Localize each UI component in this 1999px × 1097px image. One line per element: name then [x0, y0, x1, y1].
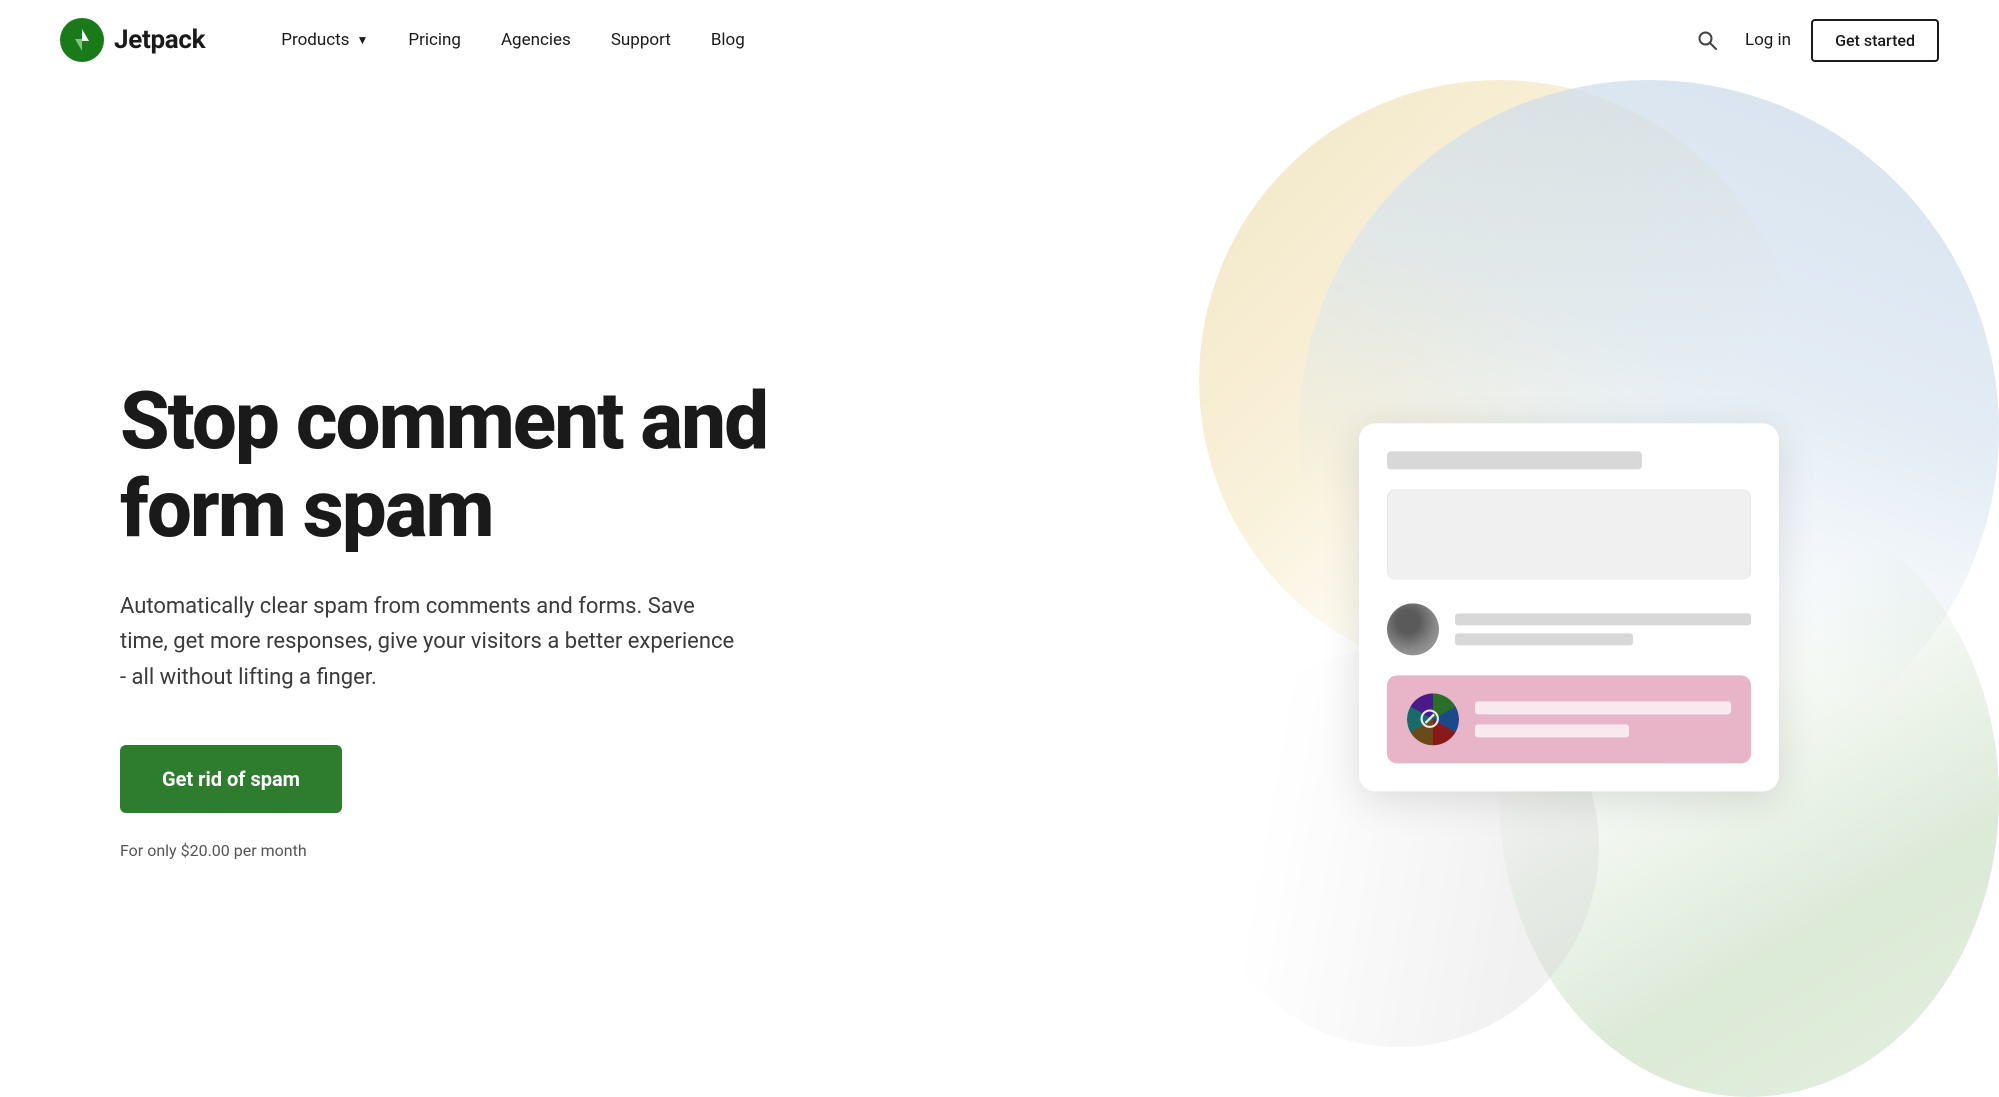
- mock-comment-row: [1387, 603, 1751, 655]
- mock-spam-row: ⊘: [1387, 675, 1751, 763]
- navigation: Jetpack Products ▼ Pricing Agencies Supp…: [0, 0, 1999, 80]
- mock-header-bar: [1387, 451, 1642, 469]
- mock-spam-lines: [1475, 701, 1731, 737]
- mock-avatar: [1387, 603, 1439, 655]
- mock-card: ⊘: [1359, 423, 1779, 791]
- mock-spam-line-2: [1475, 724, 1629, 737]
- nav-blog[interactable]: Blog: [695, 22, 761, 58]
- nav-actions: Log in Get started: [1689, 19, 1939, 62]
- hero-description: Automatically clear spam from comments a…: [120, 589, 740, 695]
- mock-spam-line-1: [1475, 701, 1731, 714]
- nav-products[interactable]: Products ▼: [265, 22, 384, 58]
- logo-link[interactable]: Jetpack: [60, 18, 205, 62]
- nav-agencies[interactable]: Agencies: [485, 22, 587, 58]
- mock-image-placeholder: [1387, 489, 1751, 579]
- search-icon[interactable]: [1689, 22, 1725, 58]
- mock-comment-line-2: [1455, 633, 1633, 645]
- mock-avatar-image: [1387, 603, 1439, 655]
- nav-links: Products ▼ Pricing Agencies Support Blog: [265, 22, 1689, 58]
- logo-text: Jetpack: [114, 25, 205, 55]
- nav-support[interactable]: Support: [595, 22, 687, 58]
- products-chevron-icon: ▼: [356, 33, 368, 47]
- get-started-button[interactable]: Get started: [1811, 19, 1939, 62]
- hero-illustration: ⊘: [1359, 423, 1779, 791]
- mock-comment-line-1: [1455, 613, 1751, 625]
- ban-icon: ⊘: [1418, 704, 1448, 734]
- logo-icon: [60, 18, 104, 62]
- cta-button[interactable]: Get rid of spam: [120, 745, 342, 813]
- hero-title: Stop comment and form spam: [120, 377, 900, 553]
- nav-pricing[interactable]: Pricing: [392, 22, 477, 58]
- pricing-note: For only $20.00 per month: [120, 841, 900, 860]
- mock-spam-avatar: ⊘: [1407, 693, 1459, 745]
- mock-comment-lines: [1455, 613, 1751, 645]
- login-link[interactable]: Log in: [1745, 30, 1791, 50]
- hero-section: Stop comment and form spam Automatically…: [0, 80, 1999, 1097]
- hero-content: Stop comment and form spam Automatically…: [120, 317, 900, 860]
